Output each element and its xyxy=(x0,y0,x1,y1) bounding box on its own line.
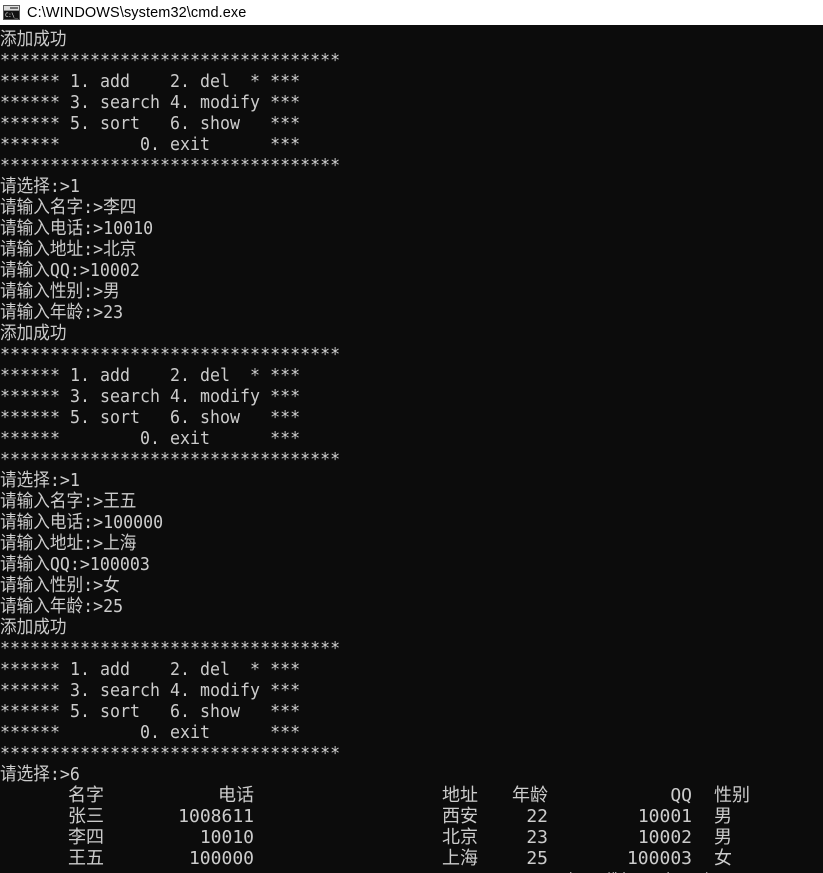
console-line: 请输入地址:>上海 xyxy=(0,533,137,554)
console-line: ****** 1. add 2. del * *** xyxy=(0,71,301,92)
table-header-phone: 电话 xyxy=(218,785,254,806)
console-line: 添加成功 xyxy=(0,29,67,50)
table-row-qq: 10001 xyxy=(637,806,692,827)
table-row-phone: 10010 xyxy=(199,827,254,848)
table-row-qq: 10002 xyxy=(637,827,692,848)
console-line: ****** 1. add 2. del * *** xyxy=(0,659,301,680)
table-row-address: 西安 xyxy=(442,806,478,827)
table-header-address: 地址 xyxy=(442,785,478,806)
console-line: 请输入年龄:>25 xyxy=(0,596,124,617)
window-title: C:\WINDOWS\system32\cmd.exe xyxy=(27,4,247,21)
console-line: 请选择:>6 xyxy=(0,764,80,785)
console-line: ****** 1. add 2. del * *** xyxy=(0,365,301,386)
console-line: ****** 3. search 4. modify *** xyxy=(0,386,301,407)
console-surface[interactable]: 添加成功 ********************************** **… xyxy=(0,25,823,873)
console-line: ****** 0. exit *** xyxy=(0,722,301,743)
cmd-icon-buttons xyxy=(10,7,18,9)
console-line: 添加成功 xyxy=(0,617,67,638)
console-line: ********************************** xyxy=(0,638,341,659)
console-line: ****** 5. sort 6. show *** xyxy=(0,701,301,722)
table-header-age: 年龄 xyxy=(512,785,548,806)
table-header-sex: 性别 xyxy=(714,785,750,806)
window-titlebar[interactable]: C:\_ C:\WINDOWS\system32\cmd.exe xyxy=(0,0,823,25)
console-line: ****** 5. sort 6. show *** xyxy=(0,113,301,134)
console-line: ********************************** xyxy=(0,449,341,470)
console-line: 请输入年龄:>23 xyxy=(0,302,124,323)
console-line: 请选择:>1 xyxy=(0,470,80,491)
console-line: 请输入名字:>王五 xyxy=(0,491,137,512)
console-line: 请输入名字:>李四 xyxy=(0,197,137,218)
console-line: ****** 0. exit *** xyxy=(0,134,301,155)
cmd-icon: C:\_ xyxy=(3,5,20,20)
table-row-sex: 女 xyxy=(714,848,732,869)
console-line: 请输入电话:>100000 xyxy=(0,512,164,533)
console-line: 请输入QQ:>100003 xyxy=(0,554,150,575)
table-row-qq: 100003 xyxy=(626,848,692,869)
console-line: 请输入性别:>女 xyxy=(0,575,120,596)
table-header-qq: QQ xyxy=(670,785,692,806)
console-line: 请输入电话:>10010 xyxy=(0,218,154,239)
console-line: 请输入性别:>男 xyxy=(0,281,120,302)
console-line: ********************************** xyxy=(0,344,341,365)
console-line: ****** 3. search 4. modify *** xyxy=(0,92,301,113)
console-line: ********************************** xyxy=(0,155,341,176)
console-line: 请选择:>1 xyxy=(0,176,80,197)
console-line: ****** 3. search 4. modify *** xyxy=(0,680,301,701)
table-row-age: 25 xyxy=(526,848,548,869)
table-row-address: 北京 xyxy=(442,827,478,848)
table-row-sex: 男 xyxy=(714,806,732,827)
table-row-age: 22 xyxy=(526,806,548,827)
console-output: 添加成功 ********************************** **… xyxy=(0,25,368,785)
console-line: ********************************** xyxy=(0,743,341,764)
console-line: 请输入QQ:>10002 xyxy=(0,260,140,281)
console-line: 添加成功 xyxy=(0,323,67,344)
table-row-sex: 男 xyxy=(714,827,732,848)
table-row-phone: 1008611 xyxy=(178,806,254,827)
console-line: ****** 0. exit *** xyxy=(0,428,301,449)
cmd-icon-prompt: C:\_ xyxy=(4,11,19,19)
console-line: ****** 5. sort 6. show *** xyxy=(0,407,301,428)
table-row-address: 上海 xyxy=(442,848,478,869)
table-row-phone: 100000 xyxy=(188,848,254,869)
table-row-age: 23 xyxy=(526,827,548,848)
console-line: ********************************** xyxy=(0,50,341,71)
console-line: 请输入地址:>北京 xyxy=(0,239,137,260)
